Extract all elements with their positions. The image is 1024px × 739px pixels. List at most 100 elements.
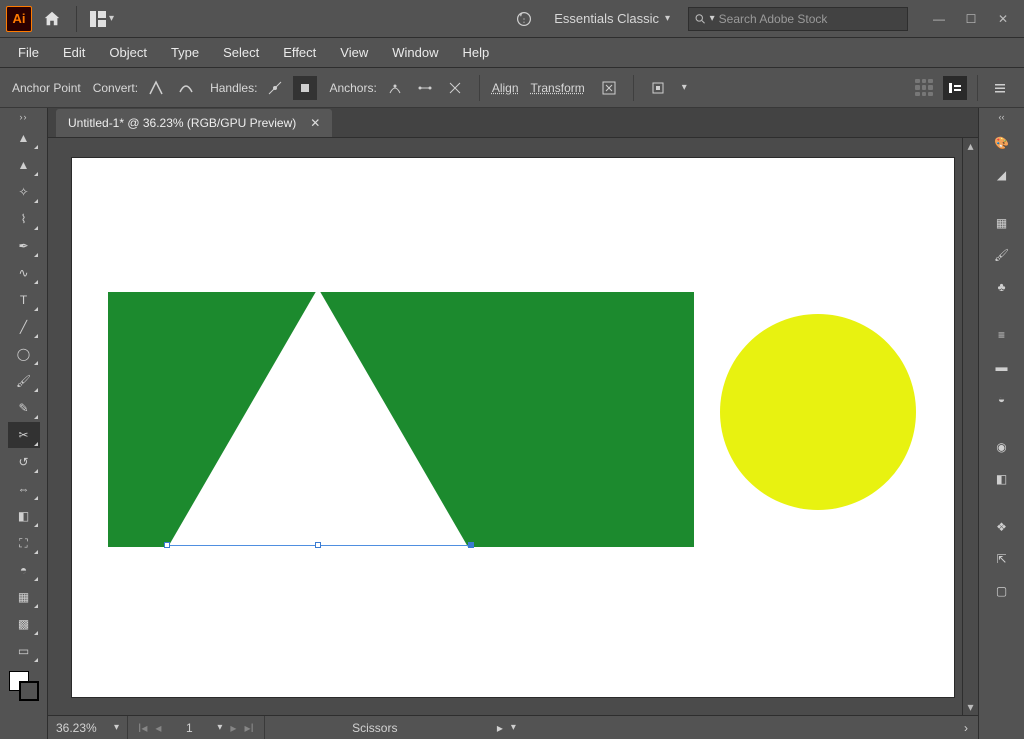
menu-window[interactable]: Window	[382, 41, 448, 64]
last-artboard-button[interactable]: ▸I	[244, 721, 253, 735]
artboard-number[interactable]: 1	[169, 721, 209, 735]
perspective-grid-tool[interactable]: ▦	[8, 584, 40, 610]
tool-flyout-indicator-icon	[34, 415, 38, 419]
close-button[interactable]: ✕	[988, 8, 1018, 30]
hide-handles-button[interactable]	[293, 76, 317, 100]
scroll-right-button[interactable]: ›	[954, 721, 978, 735]
control-bar-menu-button[interactable]	[988, 76, 1012, 100]
scroll-down-button[interactable]: ▾	[963, 699, 978, 715]
close-tab-button[interactable]: ✕	[310, 116, 320, 130]
gradient-tool[interactable]: ▭	[8, 638, 40, 664]
curvature-tool[interactable]: ∿	[8, 260, 40, 286]
type-tool[interactable]: T	[8, 287, 40, 313]
swatches-panel-icon[interactable]: ▦	[986, 208, 1018, 238]
width-tool[interactable]: ◧	[8, 503, 40, 529]
connect-anchor-button[interactable]	[413, 76, 437, 100]
shape-builder-tool[interactable]: ◓	[8, 557, 40, 583]
search-input[interactable]	[719, 12, 901, 26]
next-artboard-button[interactable]: ▸	[230, 721, 236, 735]
minimize-button[interactable]: —	[924, 8, 954, 30]
convert-corner-button[interactable]	[144, 76, 168, 100]
gradient-panel-icon[interactable]: ▬	[986, 352, 1018, 382]
tool-flyout-indicator-icon	[34, 172, 38, 176]
appearance-panel-icon[interactable]: ◉	[986, 432, 1018, 462]
chevron-down-icon[interactable]: ▾	[511, 722, 516, 733]
yellow-circle-shape[interactable]	[720, 314, 916, 510]
maximize-button[interactable]: ☐	[956, 8, 986, 30]
search-adobe-stock[interactable]: ▾	[688, 7, 908, 31]
anchor-point-handle-selected[interactable]	[468, 542, 474, 548]
rotate-tool[interactable]: ↺	[8, 449, 40, 475]
document-tab-strip: Untitled-1* @ 36.23% (RGB/GPU Preview) ✕	[48, 108, 978, 138]
color-panel-icon[interactable]: 🎨	[986, 128, 1018, 158]
artboard[interactable]	[72, 158, 954, 697]
menu-type[interactable]: Type	[161, 41, 209, 64]
line-segment-tool[interactable]: ╱	[8, 314, 40, 340]
convert-smooth-button[interactable]	[174, 76, 198, 100]
color-guide-panel-icon[interactable]: ◢	[986, 160, 1018, 190]
align-link[interactable]: Align	[492, 81, 519, 95]
menu-effect[interactable]: Effect	[273, 41, 326, 64]
menu-view[interactable]: View	[330, 41, 378, 64]
discover-icon[interactable]	[512, 7, 536, 31]
status-play-button[interactable]: ▸	[497, 721, 503, 735]
handles-label: Handles:	[210, 81, 257, 95]
pin-control-bar-button[interactable]	[943, 76, 967, 100]
anchor-point-handle[interactable]	[164, 542, 170, 548]
chevron-down-icon[interactable]: ▾	[682, 82, 687, 93]
first-artboard-button[interactable]: I◂	[138, 721, 147, 735]
fill-stroke-swatches[interactable]	[7, 669, 41, 703]
prev-artboard-button[interactable]: ◂	[155, 721, 161, 735]
magic-wand-tool[interactable]: ✧	[8, 179, 40, 205]
scroll-track[interactable]	[963, 154, 978, 699]
artboards-panel-icon[interactable]: ▢	[986, 576, 1018, 606]
home-icon[interactable]	[40, 7, 64, 31]
show-handles-button[interactable]	[263, 76, 287, 100]
vertical-scrollbar[interactable]: ▴ ▾	[962, 138, 978, 715]
reference-point-grid[interactable]	[915, 79, 933, 97]
remove-anchor-button[interactable]	[383, 76, 407, 100]
workspace-switcher[interactable]: Essentials Classic ▾	[544, 7, 680, 30]
lasso-tool[interactable]: ⌇	[8, 206, 40, 232]
menu-edit[interactable]: Edit	[53, 41, 95, 64]
document-tab-title: Untitled-1* @ 36.23% (RGB/GPU Preview)	[68, 116, 296, 130]
pencil-tool[interactable]: ✎	[8, 395, 40, 421]
zoom-level[interactable]: 36.23% ▾	[48, 716, 128, 739]
window-controls: — ☐ ✕	[924, 8, 1018, 30]
paintbrush-tool[interactable]: 🖌	[8, 368, 40, 394]
menu-select[interactable]: Select	[213, 41, 269, 64]
graphic-styles-panel-icon[interactable]: ◧	[986, 464, 1018, 494]
mesh-tool[interactable]: ▩	[8, 611, 40, 637]
tool-flyout-indicator-icon	[34, 280, 38, 284]
toolbox-expand-handle[interactable]: ››	[0, 110, 47, 124]
transparency-panel-icon[interactable]: ◒	[986, 384, 1018, 414]
chevron-down-icon[interactable]: ▾	[217, 722, 222, 733]
selection-tool[interactable]: ▲	[8, 125, 40, 151]
arrange-documents-button[interactable]: ▾	[89, 10, 114, 28]
brushes-panel-icon[interactable]: 🖌	[986, 240, 1018, 270]
symbols-panel-icon[interactable]: ♣	[986, 272, 1018, 302]
scissors-tool[interactable]: ✂	[8, 422, 40, 448]
scroll-up-button[interactable]: ▴	[963, 138, 978, 154]
menu-object[interactable]: Object	[99, 41, 157, 64]
transform-link[interactable]: Transform	[531, 81, 585, 95]
layers-panel-icon[interactable]: ❖	[986, 512, 1018, 542]
menu-file[interactable]: File	[8, 41, 49, 64]
stroke-panel-icon[interactable]: ≡	[986, 320, 1018, 350]
right-panels-expand-handle[interactable]: ‹‹	[979, 110, 1024, 124]
direct-selection-tool[interactable]: ▲	[8, 152, 40, 178]
ellipse-tool[interactable]: ◯	[8, 341, 40, 367]
pen-tool[interactable]: ✒	[8, 233, 40, 259]
isolate-button[interactable]	[597, 76, 621, 100]
document-area: Untitled-1* @ 36.23% (RGB/GPU Preview) ✕…	[48, 108, 978, 739]
document-tab[interactable]: Untitled-1* @ 36.23% (RGB/GPU Preview) ✕	[56, 109, 332, 137]
cut-path-button[interactable]	[443, 76, 467, 100]
menu-help[interactable]: Help	[452, 41, 499, 64]
canvas-viewport[interactable]: ▴ ▾	[48, 138, 978, 715]
align-to-button[interactable]	[646, 76, 670, 100]
anchor-point-handle[interactable]	[315, 542, 321, 548]
reflect-tool[interactable]: ⇔	[8, 476, 40, 502]
stroke-swatch[interactable]	[19, 681, 39, 701]
asset-export-panel-icon[interactable]: ⇱	[986, 544, 1018, 574]
free-transform-tool[interactable]: ⛶	[8, 530, 40, 556]
